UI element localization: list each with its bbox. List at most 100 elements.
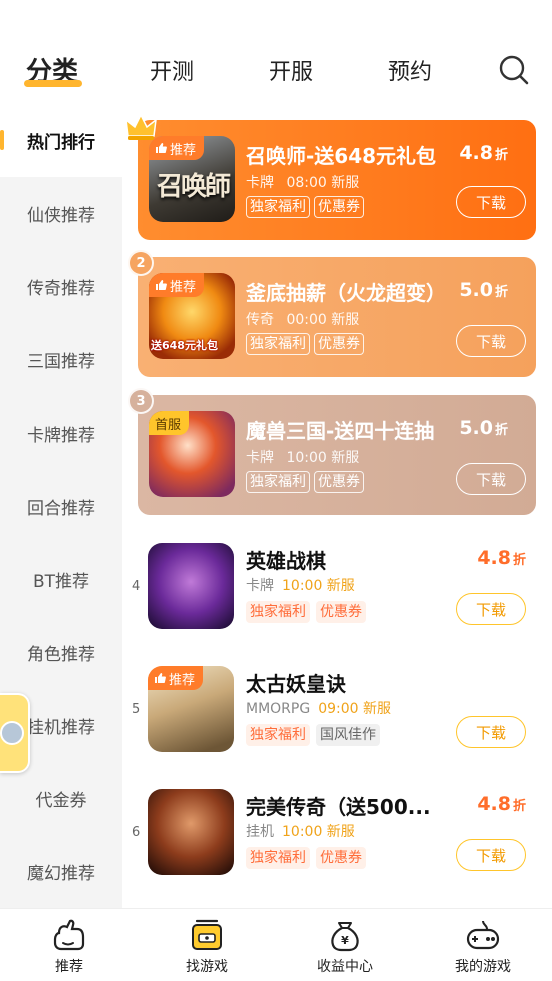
- game-category: 传奇: [246, 312, 274, 328]
- list-item[interactable]: 6 完美传奇（送500... 挂机 10:00 新服 独家福利 优惠券 4.8 折 …: [122, 781, 552, 901]
- game-meta: 卡牌 08:00 新服: [246, 172, 359, 192]
- sidebar-item-rpg[interactable]: 角色推荐: [0, 616, 122, 689]
- game-card[interactable]: 推荐 召唤師 召唤师-送648元礼包 卡牌 08:00 新服 独家福利 优惠券 …: [138, 120, 536, 240]
- download-button[interactable]: 下载: [456, 716, 526, 748]
- discount-value: 5.0 折: [459, 279, 508, 301]
- recommend-badge: 推荐: [149, 273, 205, 297]
- list-item[interactable]: 4 英雄战棋 卡牌 10:00 新服 独家福利 优惠券 4.8 折 下载: [122, 535, 552, 655]
- discount-number: 5.0: [459, 279, 493, 301]
- search-icon[interactable]: [498, 54, 530, 86]
- rank-number: 4: [132, 579, 141, 594]
- nav-my-games[interactable]: 我的游戏: [414, 909, 552, 981]
- discount-number: 4.8: [477, 547, 511, 569]
- sidebar-item-hot-ranking[interactable]: 热门排行: [0, 104, 122, 177]
- svg-text:¥: ¥: [341, 934, 349, 947]
- sidebar-item-label: 热门排行: [27, 133, 95, 153]
- sidebar-item-label: 三国推荐: [27, 352, 95, 372]
- download-button[interactable]: 下载: [456, 839, 526, 871]
- tag-exclusive: 独家福利: [246, 333, 310, 355]
- game-tags: 独家福利 国风佳作: [246, 724, 380, 746]
- game-meta: 挂机 10:00 新服: [246, 821, 355, 841]
- app-root: 分类 开测 开服 预约 热门排行 仙侠推荐 传奇推荐 三国推荐 卡牌推荐 回合推…: [0, 0, 552, 981]
- sidebar-item-three-kingdoms[interactable]: 三国推荐: [0, 323, 122, 396]
- download-button[interactable]: 下载: [456, 593, 526, 625]
- nav-earnings[interactable]: ¥ 收益中心: [276, 909, 414, 981]
- thumbs-up-icon: [156, 280, 167, 290]
- game-meta: 卡牌 10:00 新服: [246, 447, 359, 467]
- nav-label: 收益中心: [317, 959, 373, 975]
- first-server-badge: 首服: [149, 411, 190, 435]
- sidebar-item-card[interactable]: 卡牌推荐: [0, 397, 122, 470]
- category-sidebar: 热门排行 仙侠推荐 传奇推荐 三国推荐 卡牌推荐 回合推荐 BT推荐 角色推荐 …: [0, 104, 122, 908]
- tab-beta-test[interactable]: 开测: [150, 54, 194, 86]
- tag-coupon: 优惠券: [316, 847, 366, 869]
- game-title: 召唤师-送648元礼包: [246, 144, 437, 168]
- game-icon: 首服: [149, 411, 235, 497]
- server-time: 10:00 新服: [282, 824, 355, 840]
- sidebar-item-label: 魔幻推荐: [27, 864, 95, 884]
- sidebar-item-fantasy[interactable]: 魔幻推荐: [0, 835, 122, 908]
- download-button[interactable]: 下载: [456, 463, 526, 495]
- nav-label: 找游戏: [186, 959, 228, 975]
- game-title: 太古妖皇诀: [246, 672, 346, 696]
- server-time: 08:00 新服: [286, 175, 360, 191]
- game-box-icon: [192, 919, 222, 950]
- game-tags: 独家福利 优惠券: [246, 601, 366, 623]
- tag-exclusive: 独家福利: [246, 471, 310, 493]
- gamepad-icon: [466, 920, 500, 950]
- sidebar-item-xianxia[interactable]: 仙侠推荐: [0, 177, 122, 250]
- server-time: 09:00 新服: [318, 701, 391, 717]
- discount-unit: 折: [512, 799, 526, 814]
- game-card[interactable]: 首服 魔兽三国-送四十连抽 卡牌 10:00 新服 独家福利 优惠券 5.0 折 …: [138, 395, 536, 515]
- discount-unit: 折: [494, 285, 508, 300]
- list-item[interactable]: 5 推荐 太古妖皇诀 MMORPG 09:00 新服 独家福利 国风佳作 下载: [122, 658, 552, 778]
- tab-reservation[interactable]: 预约: [388, 54, 432, 86]
- game-meta: 传奇 00:00 新服: [246, 309, 359, 329]
- crown-icon: [125, 113, 157, 140]
- recommend-badge-label: 推荐: [170, 142, 197, 158]
- sidebar-item-label: 回合推荐: [27, 499, 95, 519]
- recommend-badge-label: 推荐: [170, 279, 197, 295]
- tag-coupon: 优惠券: [316, 601, 366, 623]
- download-button[interactable]: 下载: [456, 325, 526, 357]
- download-button[interactable]: 下载: [456, 186, 526, 218]
- sidebar-active-indicator: [0, 130, 4, 150]
- game-category: 卡牌: [246, 578, 274, 594]
- discount-unit: 折: [494, 148, 508, 163]
- thumbs-up-icon: [156, 143, 167, 153]
- game-title: 魔兽三国-送四十连抽: [246, 419, 435, 443]
- nav-label: 推荐: [55, 959, 83, 975]
- tag-style: 国风佳作: [316, 724, 380, 746]
- floating-assistant-widget[interactable]: [0, 693, 30, 773]
- nav-find-games[interactable]: 找游戏: [138, 909, 276, 981]
- server-time: 00:00 新服: [286, 312, 360, 328]
- game-meta: MMORPG 09:00 新服: [246, 698, 391, 718]
- sidebar-item-bt[interactable]: BT推荐: [0, 543, 122, 616]
- bottom-navigation: 推荐 找游戏 ¥ 收益中心 我的游戏: [0, 908, 552, 981]
- tag-exclusive: 独家福利: [246, 847, 310, 869]
- discount-number: 5.0: [459, 417, 493, 439]
- game-title: 英雄战棋: [246, 549, 326, 573]
- money-bag-icon: ¥: [331, 922, 359, 952]
- discount-value: 4.8 折: [477, 547, 526, 569]
- tag-coupon: 优惠券: [314, 333, 364, 355]
- rank-badge: 3: [128, 388, 154, 414]
- game-category: 卡牌: [246, 450, 274, 466]
- recommend-badge-label: 推荐: [169, 672, 196, 688]
- tab-new-server[interactable]: 开服: [269, 54, 313, 86]
- discount-number: 4.8: [477, 793, 511, 815]
- sidebar-item-turn-based[interactable]: 回合推荐: [0, 470, 122, 543]
- sidebar-item-label: 传奇推荐: [27, 279, 95, 299]
- game-icon: 推荐 送648元礼包: [149, 273, 235, 359]
- rank-number: 6: [132, 825, 141, 840]
- recommend-icon: [53, 919, 85, 951]
- sidebar-item-legend[interactable]: 传奇推荐: [0, 250, 122, 323]
- discount-unit: 折: [512, 553, 526, 568]
- game-tags: 独家福利 优惠券: [246, 471, 364, 493]
- discount-value: 5.0 折: [459, 417, 508, 439]
- nav-recommend[interactable]: 推荐: [0, 909, 138, 981]
- game-title: 完美传奇（送500...: [246, 795, 431, 819]
- game-icon-art-text: 送648元礼包: [151, 339, 218, 352]
- game-icon-art-text: 召唤師: [157, 172, 231, 202]
- game-card[interactable]: 推荐 送648元礼包 釜底抽薪（火龙超变） 传奇 00:00 新服 独家福利 优…: [138, 257, 536, 377]
